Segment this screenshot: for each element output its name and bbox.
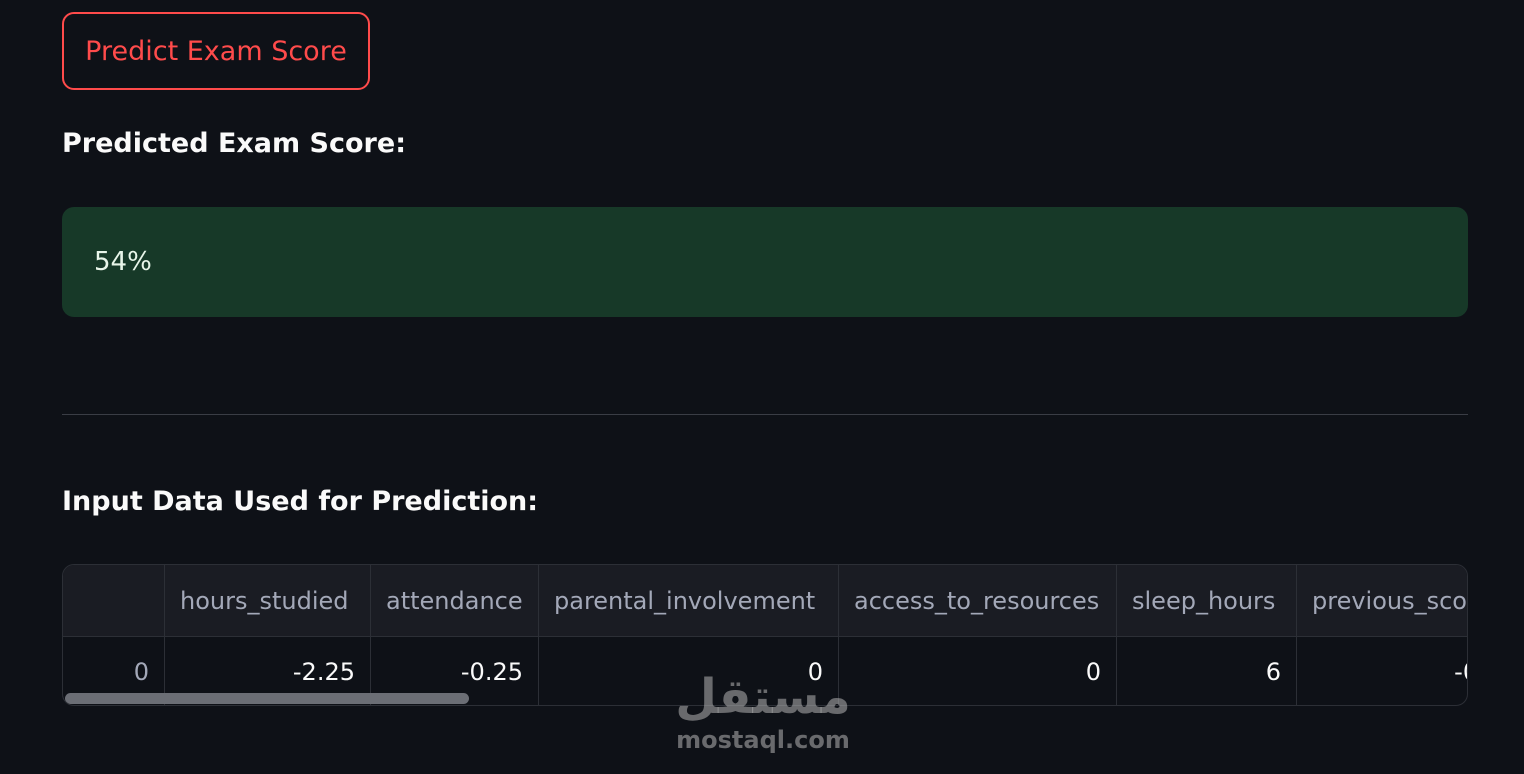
column-header-index[interactable] [63,565,165,636]
column-header-hours-studied[interactable]: hours_studied [165,565,371,636]
table-cell[interactable]: 6 [1117,636,1297,705]
column-header-access-to-resources[interactable]: access_to_resources [839,565,1117,636]
watermark-latin-text: mostaql.com [676,726,850,754]
table-header-row: hours_studied attendance parental_involv… [63,565,1467,637]
mostaql-watermark: مستقل mostaql.com [668,668,858,764]
prediction-value: 54% [94,247,152,277]
horizontal-scrollbar[interactable] [65,693,469,704]
predict-exam-score-button[interactable]: Predict Exam Score [62,12,370,90]
watermark-arabic-text: مستقل [675,669,851,725]
column-header-sleep-hours[interactable]: sleep_hours [1117,565,1297,636]
prediction-result-box: 54% [62,207,1468,317]
input-data-heading: Input Data Used for Prediction: [62,486,539,517]
column-header-parental-involvement[interactable]: parental_involvement [539,565,839,636]
column-header-previous-scores[interactable]: previous_sco [1297,565,1467,636]
table-cell[interactable]: 0 [839,636,1117,705]
section-divider [62,414,1468,415]
predicted-score-heading: Predicted Exam Score: [62,128,406,159]
column-header-attendance[interactable]: attendance [371,565,539,636]
table-cell[interactable]: -0.6 [1297,636,1467,705]
app-page: Predict Exam Score Predicted Exam Score:… [0,0,1524,774]
